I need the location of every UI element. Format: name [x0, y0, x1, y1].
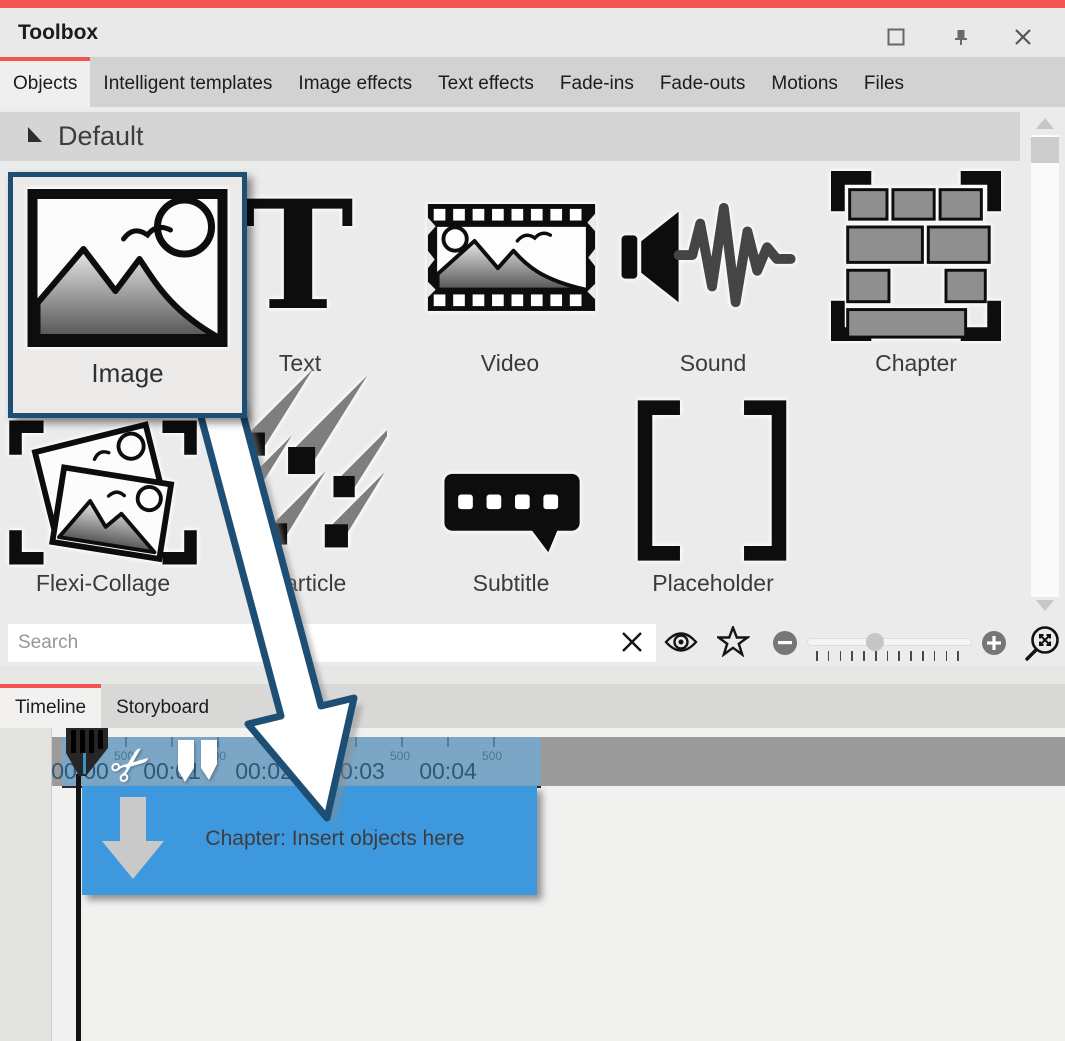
pin-button[interactable] — [949, 27, 973, 51]
object-label-sound: Sound — [680, 350, 747, 377]
search-input[interactable] — [8, 624, 656, 662]
close-button[interactable] — [1011, 27, 1035, 51]
scrollbar-track[interactable] — [1031, 135, 1059, 597]
zoom-out-button[interactable] — [773, 631, 797, 655]
chapter-object-icon[interactable] — [830, 170, 1002, 347]
object-label-particle: Particle — [270, 570, 347, 597]
chapter-hint-text: Chapter: Insert objects here — [205, 827, 464, 851]
maximize-button[interactable] — [884, 27, 908, 51]
tab-objects[interactable]: Objects — [0, 57, 90, 107]
section-header-default[interactable]: Default — [0, 112, 1020, 161]
tab-intelligent-templates[interactable]: Intelligent templates — [90, 57, 285, 107]
tab-storyboard[interactable]: Storyboard — [101, 684, 224, 728]
scrollbar-thumb[interactable] — [1031, 137, 1059, 163]
object-label-placeholder: Placeholder — [652, 570, 773, 597]
toolbox-tabbar: Objects Intelligent templates Image effe… — [0, 57, 1065, 107]
ruler-half-label: 500 — [298, 749, 318, 763]
flexi-collage-object-icon[interactable] — [8, 420, 198, 570]
slider-tick-marks — [816, 651, 959, 661]
tab-image-effects[interactable]: Image effects — [285, 57, 425, 107]
video-object-icon[interactable] — [424, 200, 599, 320]
timeline-toolbar — [0, 728, 52, 1041]
subtitle-object-icon[interactable] — [440, 468, 588, 571]
panel-divider — [0, 666, 1065, 684]
tab-files[interactable]: Files — [851, 57, 917, 107]
object-label: Image — [91, 358, 163, 389]
window-accent-strip — [0, 0, 1065, 8]
tab-text-effects[interactable]: Text effects — [425, 57, 547, 107]
zoom-in-button[interactable] — [982, 631, 1006, 655]
tab-timeline[interactable]: Timeline — [0, 684, 101, 728]
ruler-time-label: 00:03 — [327, 758, 385, 785]
view-tabbar: Timeline Storyboard — [0, 684, 1065, 728]
maximize-icon — [886, 27, 906, 52]
object-label-video: Video — [481, 350, 539, 377]
playhead-marker[interactable] — [60, 727, 112, 784]
object-label-chapter: Chapter — [875, 350, 957, 377]
placeholder-object-icon[interactable] — [628, 398, 796, 568]
ruler-time-label: 00:04 — [419, 758, 477, 785]
thumbnail-size-slider[interactable] — [807, 638, 972, 646]
tab-fade-outs[interactable]: Fade-outs — [647, 57, 759, 107]
pin-icon — [951, 27, 971, 52]
object-label-subtitle: Subtitle — [473, 570, 550, 597]
close-icon — [1013, 27, 1033, 52]
insert-marker-icon — [176, 740, 222, 795]
thumbnail-size-slider-thumb[interactable] — [866, 633, 884, 651]
ruler-half-label: 500 — [390, 749, 410, 763]
zoom-reset-icon[interactable] — [1022, 624, 1062, 669]
object-label-flexi-collage: Flexi-Collage — [36, 570, 170, 597]
eye-icon[interactable] — [664, 629, 698, 661]
object-tile-image[interactable]: Image — [8, 172, 247, 418]
collapse-triangle-icon — [26, 126, 43, 148]
playhead-line — [76, 774, 81, 1041]
drop-here-arrow-icon — [100, 797, 166, 886]
scrollbar-up-arrow[interactable] — [1036, 118, 1054, 129]
sound-object-icon[interactable] — [618, 198, 808, 321]
toolbox-window: Toolbox Objects Intelligent templates Im… — [0, 0, 1065, 1041]
window-title: Toolbox — [18, 21, 98, 45]
ruler-time-label: 00:02 — [235, 758, 293, 785]
image-object-icon — [25, 189, 230, 352]
favorites-star-icon[interactable] — [717, 626, 750, 662]
clear-search-icon[interactable] — [620, 630, 644, 659]
scrollbar-down-arrow[interactable] — [1036, 600, 1054, 611]
text-object-icon[interactable]: T — [242, 196, 354, 316]
titlebar[interactable]: Toolbox — [0, 8, 1065, 57]
section-label: Default — [58, 121, 144, 152]
ruler-half-label: 500 — [482, 749, 502, 763]
tab-motions[interactable]: Motions — [758, 57, 851, 107]
tab-fade-ins[interactable]: Fade-ins — [547, 57, 647, 107]
